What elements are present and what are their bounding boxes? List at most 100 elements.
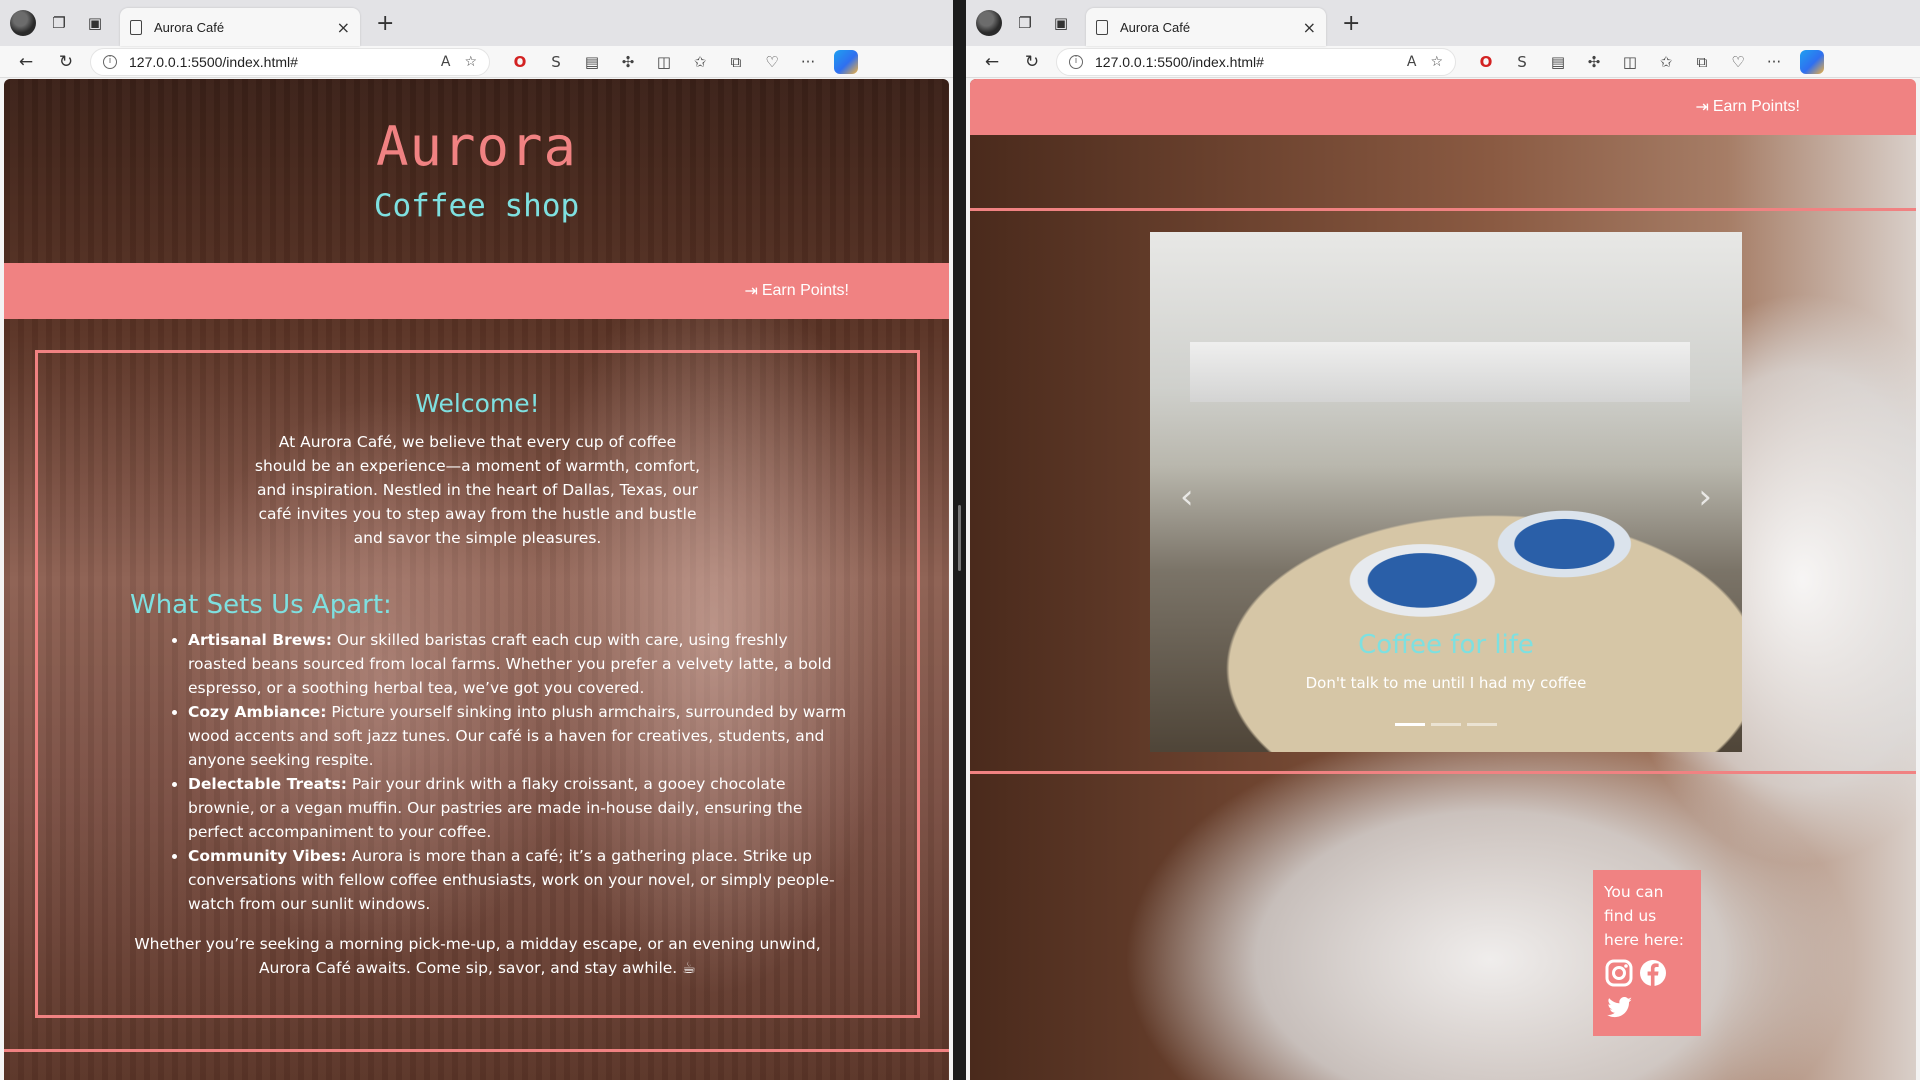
twitter-icon[interactable] (1604, 992, 1634, 1022)
instagram-icon[interactable] (1604, 958, 1634, 988)
section-divider (970, 771, 1916, 774)
address-bar[interactable]: i 127.0.0.1:5500/index.html# A ☆ (90, 47, 490, 76)
feature-title: Delectable Treats: (188, 775, 347, 793)
read-aloud-icon[interactable]: A (1407, 54, 1417, 70)
extensions-puzzle-icon[interactable]: ✣ (1576, 53, 1612, 71)
carousel-prev-icon[interactable]: ‹ (1180, 477, 1194, 517)
read-aloud-icon[interactable]: A (441, 54, 451, 70)
feature-title: Artisanal Brews: (188, 631, 332, 649)
earn-points-label: Earn Points! (1712, 98, 1800, 115)
new-tab-icon[interactable]: + (1342, 11, 1360, 36)
favorites-icon[interactable]: ✩ (1648, 53, 1684, 71)
browser-tab[interactable]: Aurora Café × (1086, 8, 1326, 46)
image-carousel[interactable]: ‹ › Coffee for life Don't talk to me unt… (1150, 232, 1742, 752)
favorites-icon[interactable]: ✩ (682, 53, 718, 71)
carousel-next-icon[interactable]: › (1698, 477, 1712, 517)
intro-paragraph: At Aurora Café, we believe that every cu… (254, 433, 701, 547)
collections-icon[interactable]: ⧉ (718, 53, 754, 71)
list-item: Delectable Treats: Pair your drink with … (188, 772, 848, 844)
extensions-puzzle-icon[interactable]: ✣ (610, 53, 646, 71)
page-viewport: Aurora Coffee shop ⇥ Earn Points! Welcom… (4, 79, 949, 1080)
favorite-star-icon[interactable]: ☆ (464, 54, 477, 70)
brand-tagline: Coffee shop (373, 188, 580, 224)
new-tab-icon[interactable]: + (376, 11, 394, 36)
carousel-indicator-2[interactable] (1431, 723, 1461, 726)
closing-paragraph: Whether you’re seeking a morning pick-me… (134, 935, 821, 977)
url-text[interactable]: 127.0.0.1:5500/index.html# (1095, 54, 1393, 70)
earn-points-label: Earn Points! (761, 282, 849, 299)
profile-avatar[interactable] (974, 8, 1004, 38)
opera-extension-icon[interactable]: O (502, 53, 538, 71)
refresh-icon[interactable]: ↻ (1012, 52, 1052, 72)
extension-box-icon[interactable]: ▤ (1540, 53, 1576, 71)
close-tab-icon[interactable]: × (337, 18, 350, 37)
back-icon[interactable]: ← (972, 52, 1012, 72)
workspaces-icon[interactable]: ❐ (44, 8, 74, 38)
favorite-star-icon[interactable]: ☆ (1430, 54, 1443, 70)
toolbar: O S ▤ ✣ ◫ ✩ ⧉ ♡ ··· (1468, 49, 1824, 74)
carousel-indicator-3[interactable] (1467, 723, 1497, 726)
copilot-icon[interactable] (834, 49, 858, 74)
page-icon (130, 19, 142, 35)
sign-in-icon: ⇥ (1695, 99, 1709, 116)
navigation-bar: ⇥ Earn Points! (970, 79, 1916, 135)
divider-grip[interactable] (958, 505, 961, 571)
collections-icon[interactable]: ⧉ (1684, 53, 1720, 71)
opera-extension-icon[interactable]: O (1468, 53, 1504, 71)
navigation-bar: ⇥ Earn Points! (4, 263, 949, 319)
close-tab-icon[interactable]: × (1303, 18, 1316, 37)
page-viewport: ⇥ Earn Points! ‹ › Coffee for life Don't… (970, 79, 1916, 1080)
list-item: Community Vibes: Aurora is more than a c… (188, 844, 848, 916)
section-divider (970, 208, 1916, 211)
toolbar: O S ▤ ✣ ◫ ✩ ⧉ ♡ ··· (502, 49, 858, 74)
social-links (1604, 958, 1684, 1022)
tab-title: Aurora Café (1120, 19, 1191, 35)
browser-essentials-icon[interactable]: ♡ (754, 53, 790, 71)
cafe-photo (1190, 342, 1690, 402)
browser-essentials-icon[interactable]: ♡ (1720, 53, 1756, 71)
split-divider[interactable] (953, 0, 966, 1080)
page-icon (1096, 19, 1108, 35)
copilot-icon[interactable] (1800, 49, 1824, 74)
features-list: Artisanal Brews: Our skilled baristas cr… (188, 628, 848, 916)
split-screen-icon[interactable]: ◫ (646, 53, 682, 71)
address-bar[interactable]: i 127.0.0.1:5500/index.html# A ☆ (1056, 47, 1456, 76)
site-info-icon[interactable]: i (103, 54, 117, 69)
more-menu-icon[interactable]: ··· (790, 53, 826, 71)
vertical-tabs-icon[interactable]: ▣ (1046, 8, 1076, 38)
feature-title: Cozy Ambiance: (188, 703, 327, 721)
find-us-box: You can find us here here: (1593, 870, 1701, 1036)
earn-points-link[interactable]: ⇥ Earn Points! (1695, 97, 1800, 117)
site-info-icon[interactable]: i (1069, 54, 1083, 69)
welcome-section: Welcome! At Aurora Café, we believe that… (35, 350, 920, 1018)
welcome-title: Welcome! (415, 389, 540, 418)
extension-s-icon[interactable]: S (1504, 53, 1540, 71)
address-bar-row: ← ↻ i 127.0.0.1:5500/index.html# A ☆ O S… (966, 46, 1920, 78)
back-icon[interactable]: ← (6, 52, 46, 72)
earn-points-link[interactable]: ⇥ Earn Points! (744, 281, 849, 301)
browser-tab[interactable]: Aurora Café × (120, 8, 360, 46)
split-screen-icon[interactable]: ◫ (1612, 53, 1648, 71)
section-divider (4, 1049, 949, 1052)
workspaces-icon[interactable]: ❐ (1010, 8, 1040, 38)
tab-strip: ❐ ▣ Aurora Café × + (0, 0, 953, 46)
feature-title: Community Vibes: (188, 847, 347, 865)
extension-s-icon[interactable]: S (538, 53, 574, 71)
url-text[interactable]: 127.0.0.1:5500/index.html# (129, 54, 427, 70)
browser-window-right: ❐ ▣ Aurora Café × + ← ↻ i 127.0.0.1:5500… (966, 0, 1920, 1080)
find-us-text: You can find us here here: (1604, 883, 1685, 949)
refresh-icon[interactable]: ↻ (46, 52, 86, 72)
facebook-icon[interactable] (1638, 958, 1668, 988)
carousel-indicator-1[interactable] (1395, 723, 1425, 726)
carousel-caption-text: Don't talk to me until I had my coffee (1305, 674, 1587, 692)
brand-title: Aurora (375, 115, 578, 178)
carousel-indicators (1150, 723, 1742, 726)
carousel-caption-title: Coffee for life (1358, 630, 1534, 660)
vertical-tabs-icon[interactable]: ▣ (80, 8, 110, 38)
tab-title: Aurora Café (154, 19, 225, 35)
tab-strip: ❐ ▣ Aurora Café × + (966, 0, 1920, 46)
more-menu-icon[interactable]: ··· (1756, 53, 1792, 71)
extension-box-icon[interactable]: ▤ (574, 53, 610, 71)
browser-window-left: ❐ ▣ Aurora Café × + ← ↻ i 127.0.0.1:5500… (0, 0, 953, 1080)
profile-avatar[interactable] (8, 8, 38, 38)
